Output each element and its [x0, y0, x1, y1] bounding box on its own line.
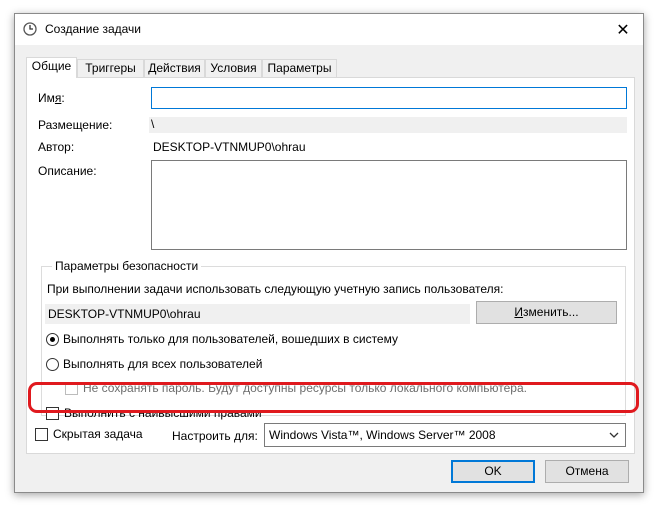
radio-all-users[interactable] [46, 358, 59, 371]
location-field: \ [149, 117, 627, 133]
account-field: DESKTOP-VTNMUP0\ohrau [45, 304, 470, 324]
radio-logged-on-only[interactable] [46, 333, 59, 346]
highlight-annotation [28, 382, 639, 413]
create-task-dialog: Создание задачи ✕ Общие Триггеры Действи… [14, 13, 644, 493]
security-group-title: Параметры безопасности [52, 259, 202, 273]
description-textarea[interactable] [151, 160, 627, 250]
change-user-button[interactable]: Изменить... [476, 301, 617, 324]
description-label: Описание: [38, 164, 97, 178]
tab-settings[interactable]: Параметры [262, 59, 337, 77]
window-title: Создание задачи [45, 22, 141, 36]
hidden-task-checkbox[interactable] [35, 428, 48, 441]
radio-all-users-label: Выполнять для всех пользователей [63, 357, 263, 371]
tab-actions[interactable]: Действия [144, 59, 205, 77]
title-bar: Создание задачи ✕ [15, 14, 643, 45]
tab-conditions[interactable]: Условия [205, 59, 262, 77]
radio-selected-dot [50, 337, 55, 342]
close-icon: ✕ [616, 21, 630, 39]
location-label: Размещение: [38, 118, 113, 132]
radio-logged-on-label: Выполнять только для пользователей, воше… [63, 332, 398, 346]
tab-general[interactable]: Общие [26, 57, 77, 78]
hidden-task-label: Скрытая задача [53, 427, 143, 441]
cancel-button[interactable]: Отмена [545, 460, 629, 483]
name-label: Имя: [38, 91, 65, 105]
author-label: Автор: [38, 140, 75, 154]
close-button[interactable]: ✕ [603, 14, 643, 45]
ok-button[interactable]: OK [451, 460, 535, 483]
chevron-down-icon [609, 432, 619, 438]
name-input[interactable] [151, 87, 627, 109]
author-value: DESKTOP-VTNMUP0\ohrau [153, 140, 306, 154]
clock-icon [23, 22, 37, 36]
configure-for-label: Настроить для: [172, 429, 258, 443]
account-prompt: При выполнении задачи использовать следу… [47, 282, 504, 296]
tab-triggers[interactable]: Триггеры [77, 59, 144, 77]
configure-for-select[interactable]: Windows Vista™, Windows Server™ 2008 [264, 423, 626, 447]
